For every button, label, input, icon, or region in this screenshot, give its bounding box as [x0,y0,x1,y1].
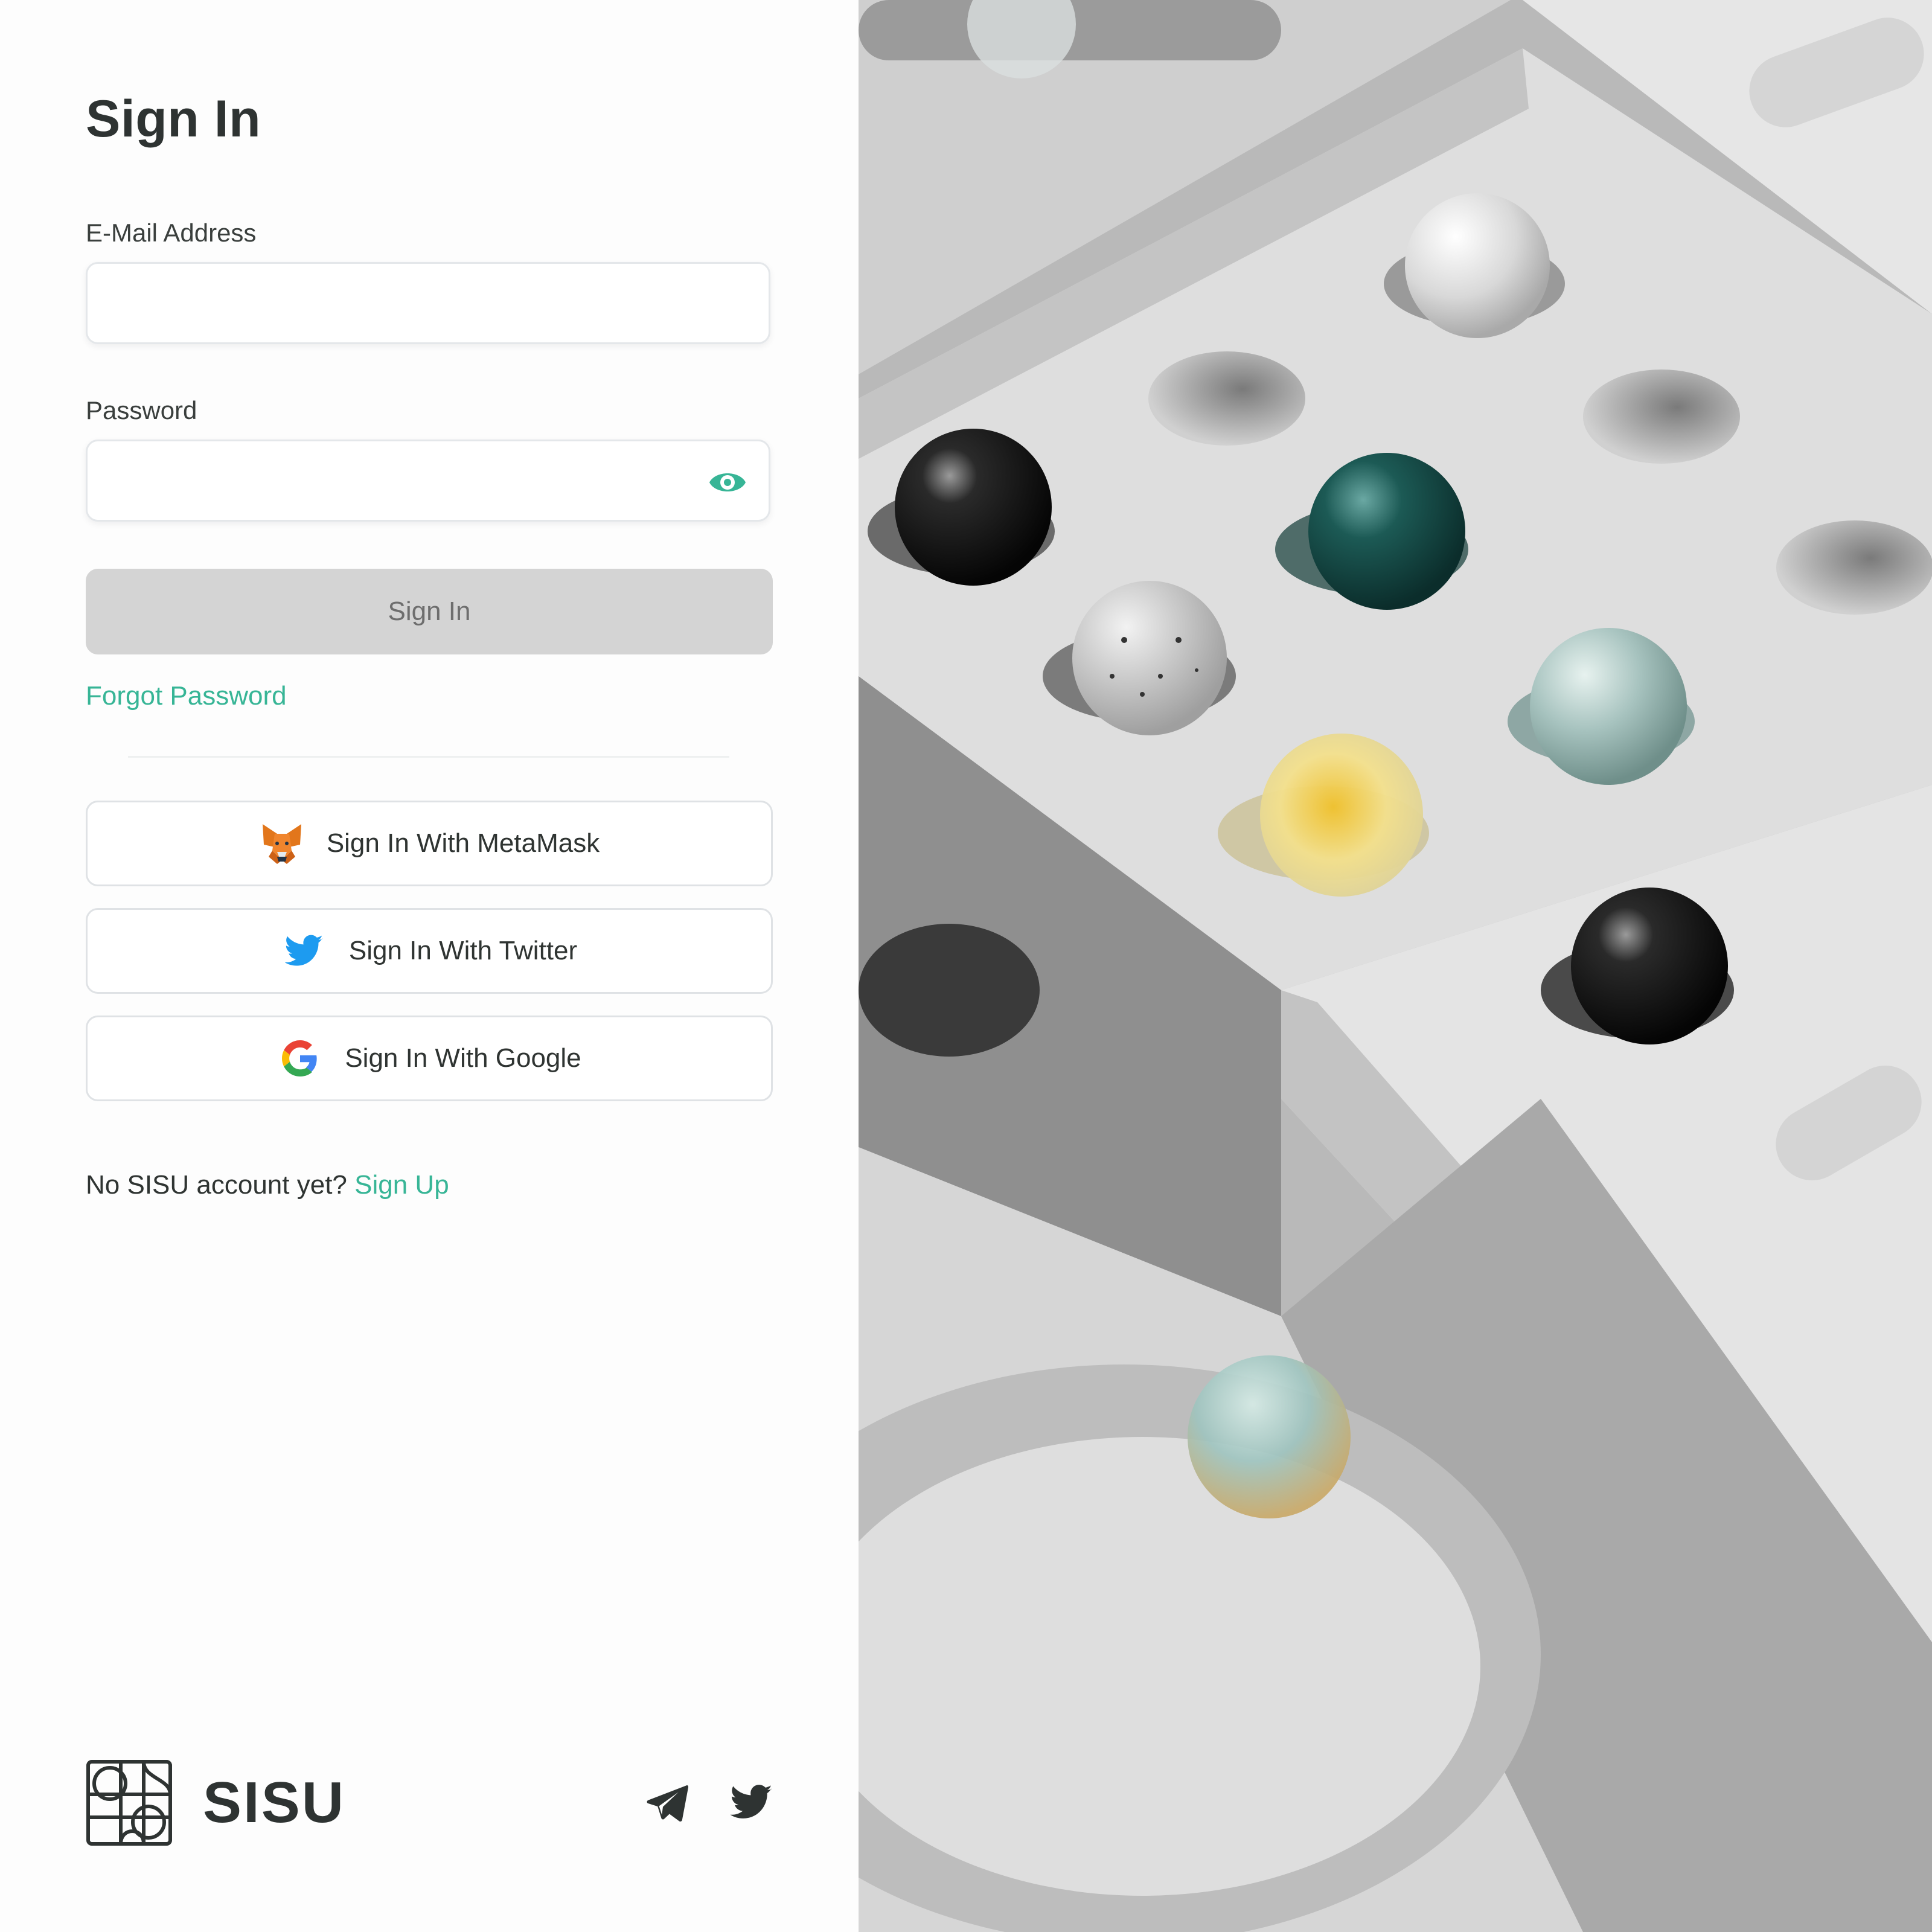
telegram-icon[interactable] [646,1781,688,1823]
twitter-sign-in-button[interactable]: Sign In With Twitter [86,908,773,994]
password-label: Password [86,396,197,424]
sisu-logo-icon [86,1760,172,1846]
twitter-icon[interactable] [731,1781,773,1823]
google-sign-in-button[interactable]: Sign In With Google [86,1016,773,1101]
eye-icon[interactable] [707,465,748,499]
forgot-password-link[interactable]: Forgot Password [86,681,287,711]
metamask-label: Sign In With MetaMask [326,828,600,858]
signup-row: No SISU account yet? Sign Up [86,1170,449,1200]
password-field-wrapper [86,440,770,522]
google-g-icon [277,1035,323,1081]
brand: SISU [86,1759,345,1846]
marble-board-illustration [859,0,1932,1932]
divider [128,756,729,758]
twitter-bird-icon [281,928,327,974]
sign-up-link[interactable]: Sign Up [354,1170,449,1200]
sign-in-button[interactable]: Sign In [86,569,773,654]
sign-in-panel: Sign In E-Mail Address Password Sign In … [0,0,859,1932]
password-input[interactable] [88,441,769,520]
google-label: Sign In With Google [345,1043,581,1073]
metamask-fox-icon [259,820,305,866]
metamask-sign-in-button[interactable]: Sign In With MetaMask [86,801,773,886]
email-label: E-Mail Address [86,219,257,247]
email-field-wrapper [86,262,770,344]
page-title: Sign In [86,90,261,148]
twitter-label: Sign In With Twitter [348,936,578,965]
hero-image [859,0,1932,1932]
email-input[interactable] [88,264,769,342]
signup-prompt: No SISU account yet? [86,1170,347,1200]
brand-name: SISU [203,1770,346,1835]
